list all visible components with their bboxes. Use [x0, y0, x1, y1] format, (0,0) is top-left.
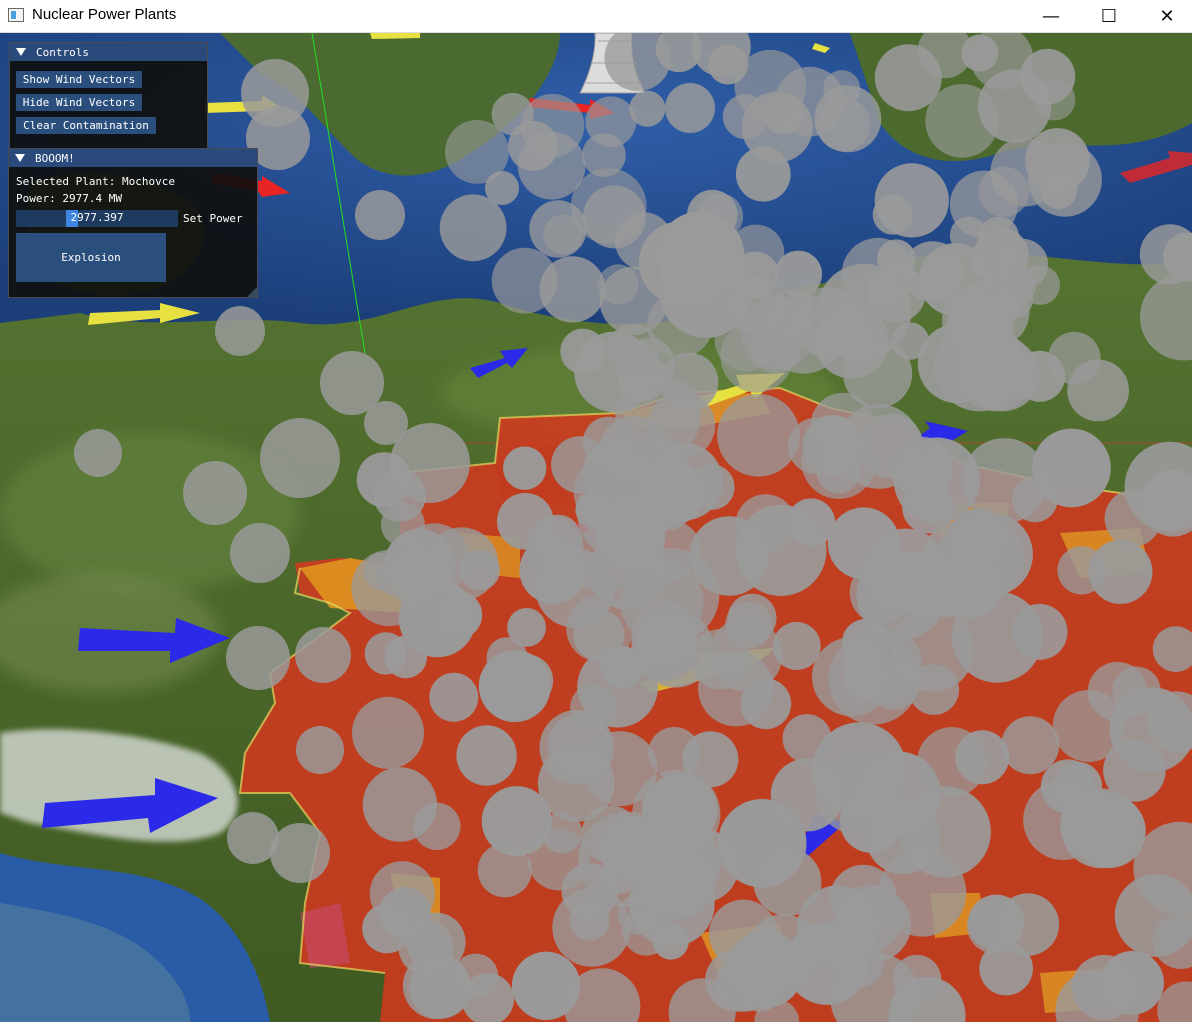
collapse-arrow-icon[interactable]: [16, 48, 26, 56]
booom-panel-title: BOOOM!: [35, 151, 75, 165]
power-label: Power: 2977.4 MW: [16, 192, 122, 205]
maximize-button[interactable]: ☐: [1086, 0, 1132, 32]
controls-panel-title: Controls: [36, 45, 89, 59]
booom-panel[interactable]: BOOOM! Selected Plant: Mochovce Power: 2…: [8, 148, 258, 298]
controls-panel[interactable]: Controls Show Wind Vectors Hide Wind Vec…: [9, 42, 208, 152]
resize-grip[interactable]: [247, 287, 257, 297]
hide-wind-vectors-button[interactable]: Hide Wind Vectors: [16, 94, 142, 111]
power-input[interactable]: 2977.397: [16, 210, 178, 227]
maximize-icon: ☐: [1100, 5, 1118, 27]
selected-plant-label: Selected Plant: Mochovce: [16, 175, 175, 188]
clear-contamination-button[interactable]: Clear Contamination: [16, 117, 156, 134]
window-title: Nuclear Power Plants: [32, 6, 177, 23]
set-power-label[interactable]: Set Power: [183, 212, 243, 225]
booom-panel-header[interactable]: BOOOM!: [9, 149, 257, 167]
explosion-button[interactable]: Explosion: [16, 233, 166, 282]
window-title-bar[interactable]: Nuclear Power Plants — ☐ ✕: [0, 0, 1192, 33]
minimize-button[interactable]: —: [1028, 0, 1074, 32]
map-3d-viewport[interactable]: Controls Show Wind Vectors Hide Wind Vec…: [0, 33, 1192, 1022]
show-wind-vectors-button[interactable]: Show Wind Vectors: [16, 71, 142, 88]
power-input-value: 2977.397: [70, 211, 124, 224]
close-button[interactable]: ✕: [1144, 0, 1190, 32]
minimize-icon: —: [1042, 5, 1060, 27]
collapse-arrow-icon[interactable]: [15, 154, 25, 162]
controls-panel-header[interactable]: Controls: [10, 43, 207, 61]
app-icon: [8, 8, 24, 22]
close-icon: ✕: [1159, 5, 1175, 27]
